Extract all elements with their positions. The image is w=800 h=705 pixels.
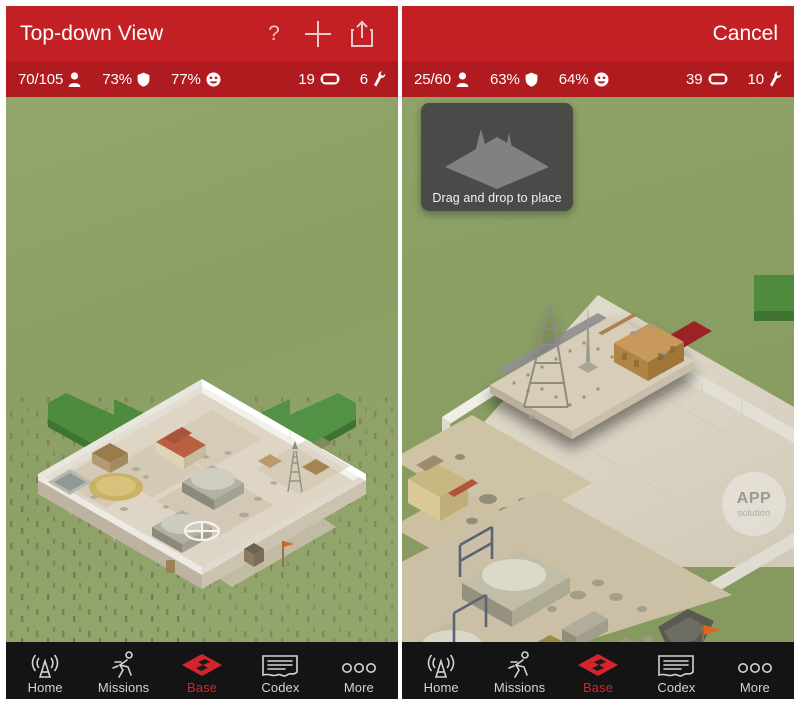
tab-home[interactable]: Home [402, 642, 480, 699]
stats-left-group: 25/60 63% 64% [414, 71, 609, 88]
tab-base[interactable]: Base [163, 642, 241, 699]
stats-left-group: 70/105 73% 77% [18, 71, 221, 88]
tab-base[interactable]: Base [559, 642, 637, 699]
ellipsis-icon [339, 650, 379, 678]
document-icon [261, 650, 299, 678]
tab-home[interactable]: Home [6, 642, 84, 699]
shield-icon [525, 72, 538, 87]
stat-maintenance: 10 [748, 71, 783, 88]
left-game-scene[interactable] [6, 97, 398, 642]
stat-population: 25/60 [414, 71, 469, 88]
screenshot-root: Top-down View ? 70/105 73% 77% 19 6 Home… [0, 0, 800, 705]
stat-defense-value: 63% [490, 70, 520, 88]
diamond-base-icon [576, 650, 620, 678]
tab-codex[interactable]: Codex [637, 642, 715, 699]
right-tabbar: Home Missions Base Codex More [402, 642, 794, 699]
wrench-icon [373, 71, 386, 87]
left-screen: Top-down View ? 70/105 73% 77% 19 6 Home… [6, 6, 398, 699]
shield-icon [137, 72, 150, 87]
watermark: APP solution [722, 472, 786, 536]
person-icon [68, 71, 81, 87]
tab-more[interactable]: More [320, 642, 398, 699]
pan-arrow-right-partial [754, 275, 794, 321]
stat-defense: 73% [102, 71, 150, 88]
cancel-button[interactable]: Cancel [713, 22, 780, 46]
page-title: Top-down View [20, 21, 164, 45]
stat-power-value: 19 [298, 70, 315, 88]
tab-home-label: Home [423, 679, 459, 695]
add-button[interactable] [296, 12, 340, 56]
runner-icon [110, 650, 138, 678]
stat-maintenance-value: 10 [747, 70, 765, 88]
antenna-icon [425, 650, 457, 678]
tab-base-label: Base [187, 679, 218, 695]
stat-population-value: 25/60 [414, 70, 452, 88]
drag-hint-card: Drag and drop to place [421, 103, 573, 211]
right-navbar: Cancel [402, 6, 794, 61]
plus-icon [305, 20, 331, 47]
stats-right-group: 39 10 [686, 71, 782, 88]
stat-population-value: 70/105 [18, 70, 64, 88]
stat-morale-value: 64% [558, 70, 589, 88]
share-button[interactable] [340, 12, 384, 56]
stat-defense-value: 73% [102, 70, 133, 88]
tab-missions[interactable]: Missions [84, 642, 162, 699]
right-game-scene[interactable]: Drag and drop to place APP solution [402, 97, 794, 642]
stat-population: 70/105 [18, 71, 81, 88]
person-icon [456, 71, 469, 87]
tab-codex-label: Codex [657, 679, 696, 695]
wrench-icon [769, 71, 782, 87]
watermark-line1: APP [736, 489, 772, 507]
tab-home-label: Home [27, 679, 63, 695]
smiley-icon [206, 72, 221, 87]
left-tabbar: Home Missions Base Codex More [6, 642, 398, 699]
tab-codex[interactable]: Codex [241, 642, 319, 699]
tab-missions-label: Missions [493, 679, 546, 695]
tab-more-label: More [739, 679, 770, 695]
stats-right-group: 19 6 [298, 71, 386, 88]
right-screen: Cancel 25/60 63% 64% 39 10 Drag and drop… [402, 6, 794, 699]
stat-maintenance: 6 [360, 71, 386, 88]
left-statsbar: 70/105 73% 77% 19 6 [6, 61, 398, 97]
stat-morale: 77% [171, 71, 221, 88]
runner-icon [506, 650, 534, 678]
watermark-line2: solution [737, 507, 771, 518]
tab-more[interactable]: More [716, 642, 794, 699]
drag-hint-preview-icon [445, 129, 549, 189]
right-statsbar: 25/60 63% 64% 39 10 [402, 61, 794, 97]
stat-power: 19 [298, 71, 340, 88]
share-icon [351, 20, 373, 47]
stat-maintenance-value: 6 [359, 70, 368, 88]
stat-power-value: 39 [686, 70, 703, 88]
tab-missions[interactable]: Missions [480, 642, 558, 699]
battery-icon [320, 73, 340, 85]
antenna-icon [29, 650, 61, 678]
stat-power: 39 [686, 71, 728, 88]
diamond-base-icon [180, 650, 224, 678]
left-navbar: Top-down View ? [6, 6, 398, 61]
left-scene-art [6, 97, 398, 642]
document-icon [657, 650, 695, 678]
tab-more-label: More [343, 679, 374, 695]
help-button[interactable]: ? [252, 12, 296, 56]
tab-missions-label: Missions [97, 679, 150, 695]
smiley-icon [594, 72, 609, 87]
drag-hint-label: Drag and drop to place [432, 191, 562, 205]
stat-morale: 64% [559, 71, 609, 88]
tab-codex-label: Codex [261, 679, 300, 695]
battery-icon [708, 73, 728, 85]
helipad-marker [183, 520, 221, 542]
ellipsis-icon [735, 650, 775, 678]
stat-morale-value: 77% [171, 70, 201, 88]
stat-defense: 63% [490, 71, 538, 88]
tab-base-label: Base [583, 679, 614, 695]
